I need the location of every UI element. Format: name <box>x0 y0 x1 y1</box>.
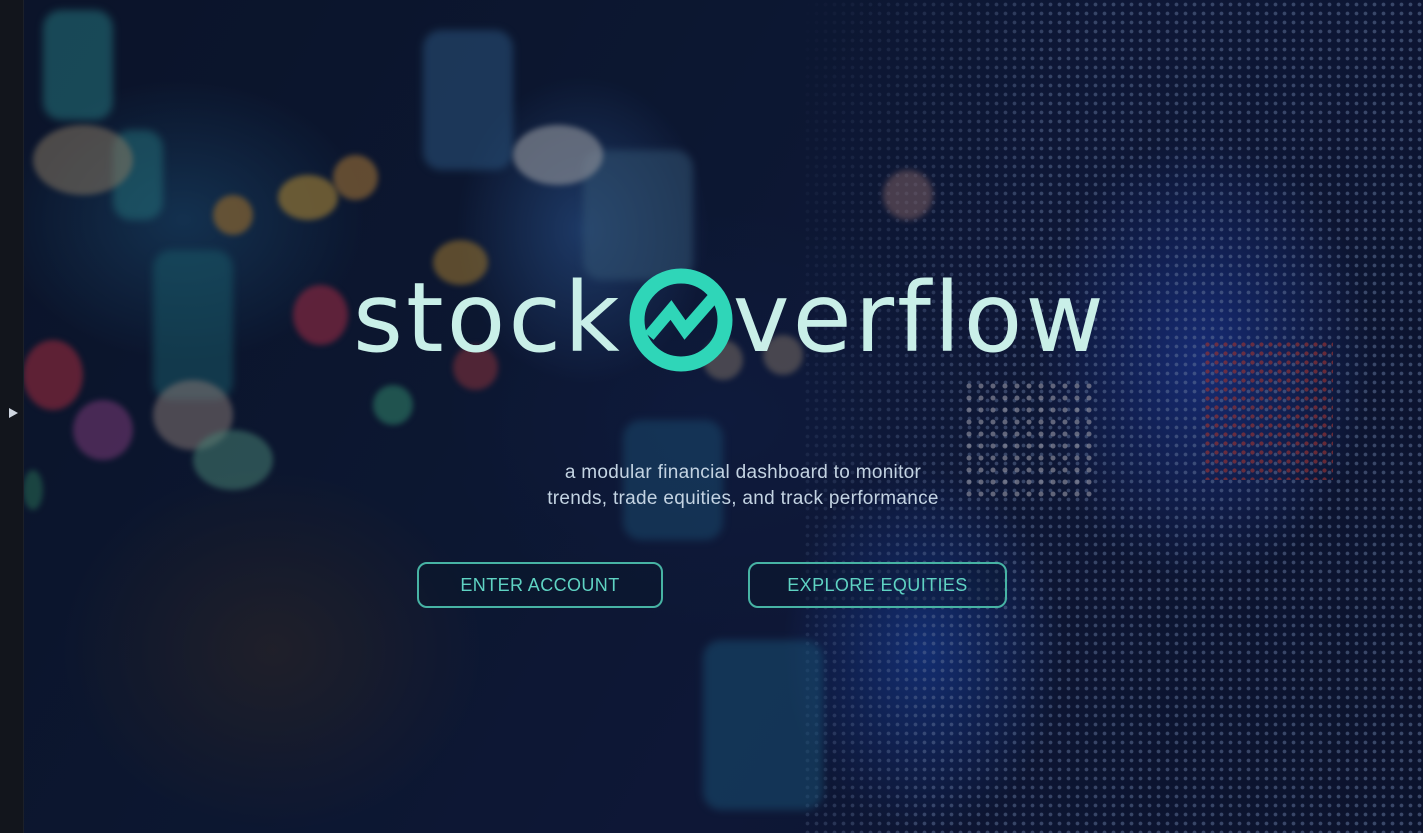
sidebar <box>0 0 24 833</box>
tagline: a modular financial dashboard to monitor… <box>23 460 1423 512</box>
sidebar-toggle-icon[interactable] <box>9 408 18 418</box>
brand-name-right: verflow <box>732 262 1107 374</box>
brand-name-left: stock <box>353 262 623 374</box>
tagline-line-1: a modular financial dashboard to monitor <box>564 462 922 483</box>
enter-account-button[interactable]: ENTER ACCOUNT <box>417 562 663 608</box>
landing-page: stock verflow a modular financial dashbo… <box>0 0 1423 833</box>
trend-circle-icon <box>627 266 735 374</box>
hero: stock verflow a modular financial dashbo… <box>23 0 1423 833</box>
explore-equities-button[interactable]: EXPLORE EQUITIES <box>748 562 1007 608</box>
brand-logo[interactable]: stock verflow <box>353 258 1113 378</box>
tagline-line-2: trends, trade equities, and track perfor… <box>547 488 939 509</box>
